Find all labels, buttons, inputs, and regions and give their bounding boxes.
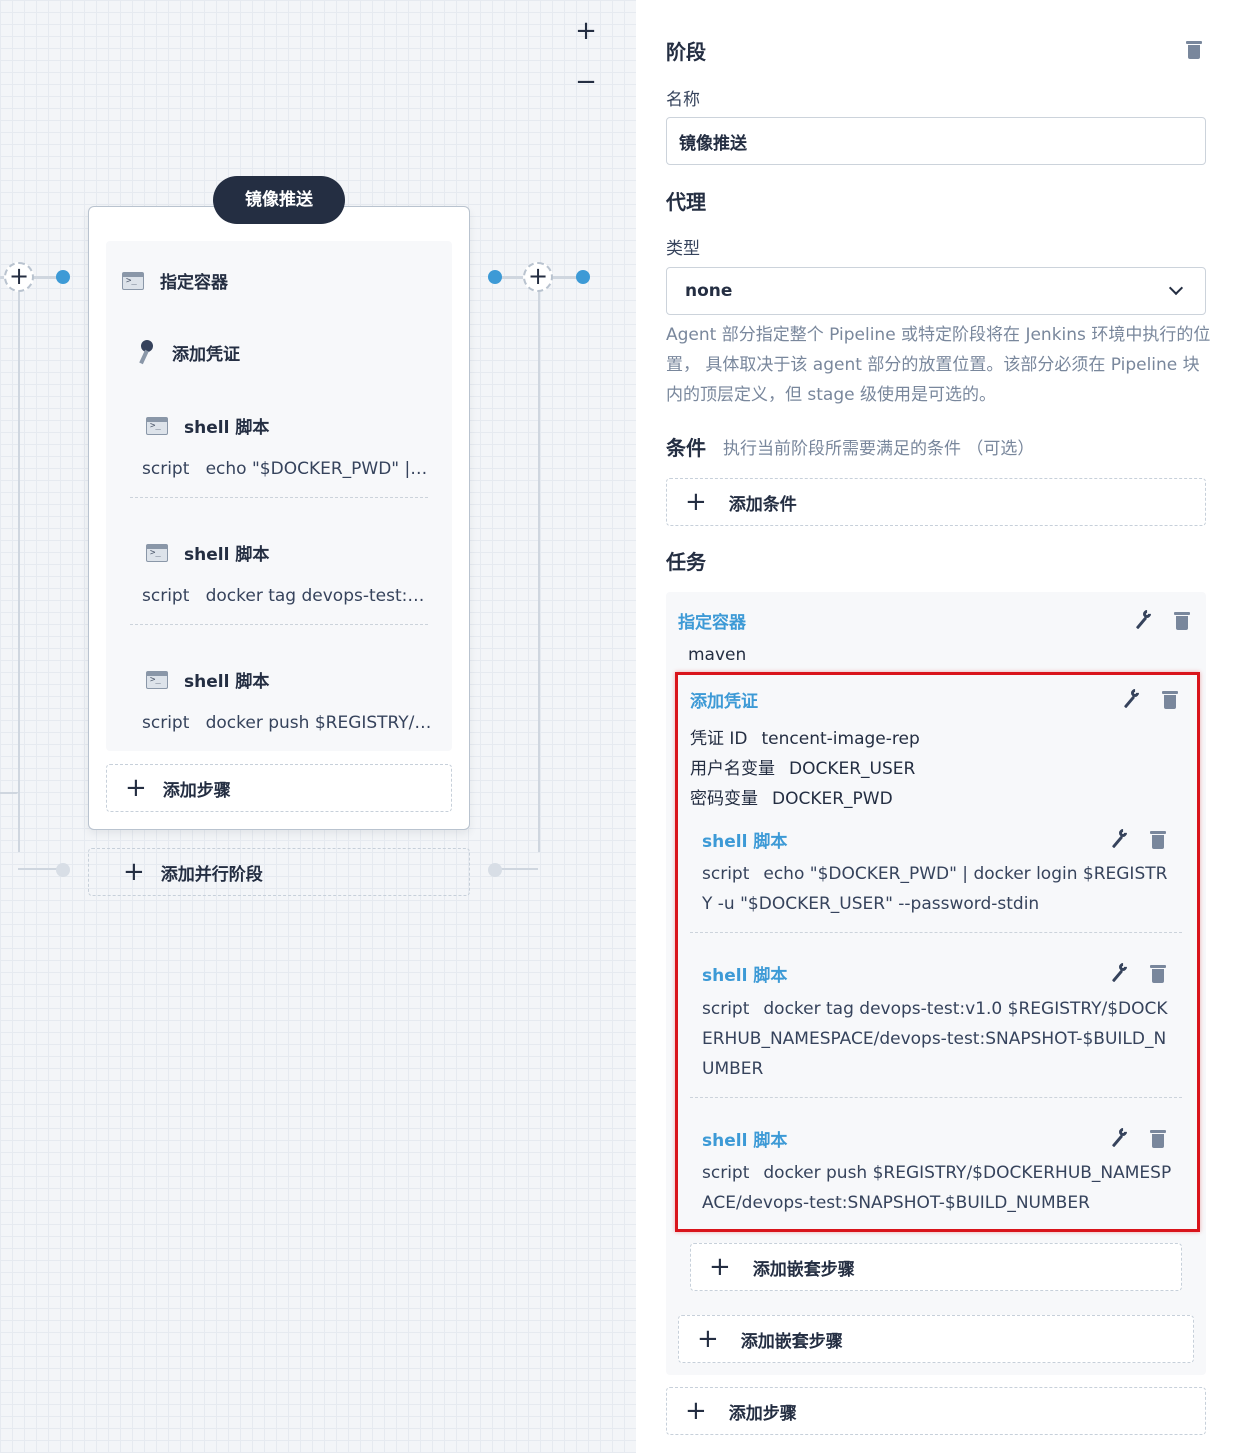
step-script: script docker push $REGISTRY/$DOCKERHUB_… <box>142 713 432 733</box>
delete-stage-icon[interactable] <box>1186 39 1202 59</box>
step-label: shell 脚本 <box>184 672 270 692</box>
condition-hint: 执行当前阶段所需要满足的条件 （可选） <box>723 439 1035 459</box>
step-shell[interactable]: shell 脚本 <box>146 667 269 692</box>
add-step-panel-button[interactable]: + 添加步骤 <box>666 1387 1206 1435</box>
plus-icon: + <box>125 773 147 803</box>
connector-dot <box>56 270 70 284</box>
key-icon <box>136 339 158 365</box>
agent-type-select[interactable]: none <box>666 267 1206 315</box>
step-script: script echo "$DOCKER_PWD" | docker login… <box>142 459 432 479</box>
step-label: shell 脚本 <box>184 418 270 438</box>
terminal-icon <box>146 543 168 562</box>
connector-line <box>538 290 540 852</box>
agent-description: Agent 部分指定整个 Pipeline 或特定阶段将在 Jenkins 环境… <box>666 325 1211 405</box>
add-condition-button[interactable]: + 添加条件 <box>666 478 1206 526</box>
plus-icon: + <box>685 1396 707 1426</box>
plus-icon: + <box>709 1252 731 1282</box>
container-step-title[interactable]: 指定容器 <box>678 608 746 633</box>
section-tasks-heading: 任务 <box>666 550 706 574</box>
connector-dot <box>56 863 70 877</box>
connector-dot <box>488 270 502 284</box>
zoom-out-button[interactable]: − <box>572 68 600 96</box>
step-credential[interactable]: 添加凭证 <box>136 339 240 365</box>
add-nested-step-outer-button[interactable]: + 添加嵌套步骤 <box>678 1315 1194 1363</box>
add-stage-before-button[interactable]: + <box>4 262 34 292</box>
terminal-icon <box>146 416 168 435</box>
add-stage-after-button[interactable]: + <box>523 262 553 292</box>
step-script: script docker tag devops-test:v1.0 $REGI… <box>142 586 432 606</box>
type-label: 类型 <box>666 239 700 259</box>
wrench-icon[interactable] <box>1134 610 1152 630</box>
name-label: 名称 <box>666 90 700 110</box>
step-container[interactable]: 指定容器 <box>122 268 228 293</box>
chevron-down-icon <box>1168 280 1184 296</box>
zoom-in-button[interactable]: + <box>572 17 600 45</box>
terminal-icon <box>146 670 168 689</box>
connector-line <box>0 792 18 794</box>
connector-dot <box>488 863 502 877</box>
step-label: 指定容器 <box>160 273 228 293</box>
pipeline-canvas: + − + + 镜像推送 指定容器 添加凭证 shell 脚本 script e… <box>0 0 636 1453</box>
step-label: 添加凭证 <box>172 344 240 365</box>
section-agent-heading: 代理 <box>666 190 706 214</box>
highlight-box <box>675 672 1200 1232</box>
plus-icon: + <box>685 487 707 517</box>
divider <box>130 624 428 625</box>
container-value: maven <box>688 645 747 665</box>
step-shell[interactable]: shell 脚本 <box>146 413 269 438</box>
section-stage-heading: 阶段 <box>666 40 706 64</box>
stage-title[interactable]: 镜像推送 <box>213 176 345 224</box>
step-label: shell 脚本 <box>184 545 270 565</box>
connector-line <box>18 290 20 852</box>
section-condition-heading: 条件 <box>666 436 706 460</box>
add-nested-step-inner-button[interactable]: + 添加嵌套步骤 <box>690 1243 1182 1291</box>
delete-icon[interactable] <box>1174 610 1190 630</box>
step-shell[interactable]: shell 脚本 <box>146 540 269 565</box>
plus-icon: + <box>697 1324 719 1354</box>
terminal-icon <box>122 271 144 290</box>
stage-name-input[interactable]: 镜像推送 <box>666 117 1206 165</box>
divider <box>130 497 428 498</box>
plus-icon: + <box>123 857 145 887</box>
add-parallel-stage-button[interactable]: + 添加并行阶段 <box>88 848 470 896</box>
connector-dot <box>576 270 590 284</box>
add-step-button[interactable]: + 添加步骤 <box>106 764 452 812</box>
